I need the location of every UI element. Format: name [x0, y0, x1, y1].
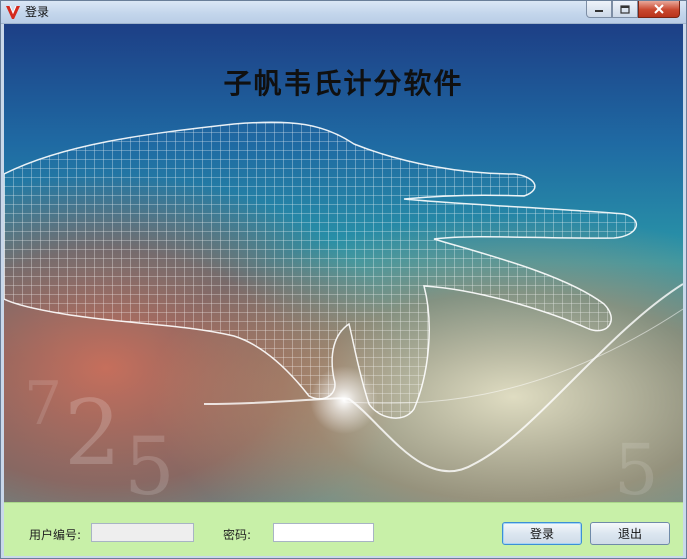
svg-text:7: 7 — [24, 369, 62, 439]
title-bar[interactable]: 登录 — [1, 1, 686, 24]
username-label: 用户编号: — [29, 528, 82, 542]
app-title: 子帆韦氏计分软件 — [223, 67, 464, 100]
maximize-icon — [620, 4, 630, 14]
svg-text:5: 5 — [124, 420, 175, 502]
window-controls — [586, 1, 680, 19]
app-logo-icon — [6, 5, 20, 19]
password-label: 密码: — [223, 528, 252, 542]
maximize-button[interactable] — [612, 1, 638, 18]
minimize-button[interactable] — [586, 1, 612, 18]
window-title: 登录 — [25, 5, 50, 19]
login-form: 用户编号: 密码: 登录 退出 — [4, 502, 683, 556]
banner-image: 2 5 7 5 子帆韦氏计分软件 — [4, 24, 683, 502]
svg-text:2: 2 — [64, 381, 121, 486]
username-input[interactable] — [91, 523, 194, 542]
close-icon — [654, 4, 664, 14]
minimize-icon — [595, 10, 603, 12]
login-button[interactable]: 登录 — [502, 522, 582, 545]
svg-text:5: 5 — [614, 429, 659, 502]
exit-button[interactable]: 退出 — [590, 522, 670, 545]
login-window: 登录 2 5 7 5 子帆韦氏计分软件 用户编号: 密码: 登录 退出 — [0, 0, 687, 559]
password-input[interactable] — [273, 523, 374, 542]
close-button[interactable] — [638, 1, 680, 18]
